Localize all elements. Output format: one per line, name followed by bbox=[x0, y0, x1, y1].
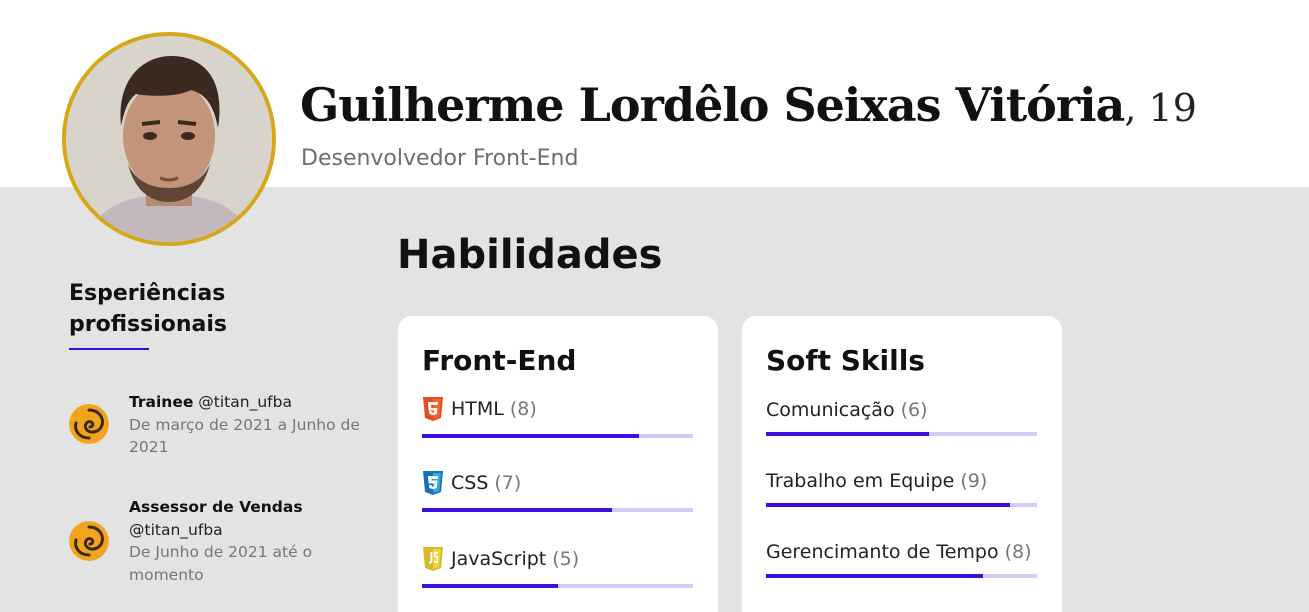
skills-title: Habilidades bbox=[397, 232, 663, 278]
skill-bar bbox=[766, 503, 1037, 507]
skill-level: (9) bbox=[960, 470, 988, 492]
skill-bar-fill bbox=[422, 434, 639, 438]
experience-role: Trainee bbox=[129, 393, 194, 411]
profile-name: Guilherme Lordêlo Seixas Vitória bbox=[300, 78, 1125, 132]
skill-bar-fill bbox=[766, 432, 929, 436]
skill-level: (7) bbox=[494, 472, 522, 494]
avatar-photo bbox=[66, 36, 272, 242]
css3-icon bbox=[423, 471, 443, 495]
skill-name: Comunicação bbox=[766, 399, 895, 421]
skill-bar bbox=[422, 508, 693, 512]
skill-level: (5) bbox=[552, 548, 580, 570]
skill-level: (8) bbox=[1004, 541, 1032, 563]
experience-handle: @titan_ufba bbox=[198, 393, 292, 411]
experience-period: De Junho de 2021 até o momento bbox=[129, 543, 313, 584]
skill-bar-fill bbox=[766, 503, 1010, 507]
skill-name: JavaScript bbox=[451, 548, 547, 570]
titan-logo-icon bbox=[69, 521, 109, 561]
experience-title: Esperiências profissionais bbox=[69, 281, 228, 337]
javascript-icon bbox=[423, 547, 443, 571]
experience-role: Assessor de Vendas bbox=[129, 498, 303, 516]
skill-name: HTML bbox=[451, 398, 504, 420]
experience-handle: @titan_ufba bbox=[129, 520, 223, 539]
skill-bar-fill bbox=[766, 574, 983, 578]
skill-card-title: Front-End bbox=[422, 344, 577, 377]
skill-bar bbox=[766, 432, 1037, 436]
experience-title-underline bbox=[69, 348, 149, 350]
skill-card-title: Soft Skills bbox=[766, 344, 925, 377]
html5-icon bbox=[423, 397, 443, 421]
avatar bbox=[62, 32, 276, 246]
skill-name: CSS bbox=[451, 472, 489, 494]
skill-level: (8) bbox=[509, 398, 537, 420]
skill-name: Trabalho em Equipe bbox=[766, 470, 955, 492]
skill-name: Gerencimanto de Tempo bbox=[766, 541, 999, 563]
profile-heading: Guilherme Lordêlo Seixas Vitória, 19 bbox=[300, 78, 1197, 132]
skill-bar-fill bbox=[422, 584, 558, 588]
experience-period: De março de 2021 a Junho de 2021 bbox=[129, 415, 360, 457]
skill-bar bbox=[422, 434, 693, 438]
profile-role: Desenvolvedor Front-End bbox=[301, 146, 579, 171]
profile-age: , 19 bbox=[1124, 86, 1197, 130]
skill-card-soft-skills: Soft Skills Comunicação (6) Trabalho em … bbox=[742, 316, 1062, 612]
skill-bar bbox=[766, 574, 1037, 578]
skill-card-front-end: Front-End HTML (8) CSS (7) JavaScript (5… bbox=[398, 316, 718, 612]
skill-bar-fill bbox=[422, 508, 612, 512]
skill-bar bbox=[422, 584, 693, 588]
titan-logo-icon bbox=[69, 404, 109, 444]
skill-level: (6) bbox=[900, 399, 928, 421]
